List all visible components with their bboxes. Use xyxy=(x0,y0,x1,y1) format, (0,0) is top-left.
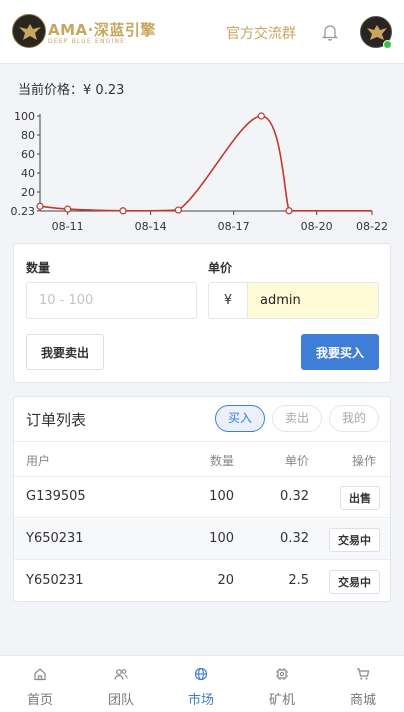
table-row: Y650231 20 2.5 交易中 xyxy=(14,561,390,601)
x-tick-label: 08-11 xyxy=(52,220,84,233)
buy-button[interactable]: 我要买入 xyxy=(301,334,379,370)
y-tick-label: 0.23 xyxy=(11,205,36,218)
brand-subtitle: DEEP BLUE ENGINE xyxy=(48,38,126,45)
row-price: 0.32 xyxy=(280,531,309,546)
globe-icon xyxy=(194,667,208,681)
cart-icon xyxy=(357,668,370,680)
app-header: AMA·深蓝引擎 DEEP BLUE ENGINE 官方交流群 xyxy=(0,0,404,64)
tab-label-home: 首页 xyxy=(26,693,53,708)
eagle-logo-icon xyxy=(12,14,46,48)
x-tick-label: 08-17 xyxy=(218,220,250,233)
table-row: Y650231 100 0.32 交易中 xyxy=(14,519,390,560)
row-user: Y650231 xyxy=(26,531,84,546)
row-price: 0.32 xyxy=(280,489,309,504)
row-price: 2.5 xyxy=(288,573,309,588)
row-user: Y650231 xyxy=(26,573,84,588)
y-tick-label: 60 xyxy=(21,148,35,161)
sell-button[interactable]: 我要卖出 xyxy=(26,334,104,370)
table-row: G139505 100 0.32 出售 xyxy=(14,477,390,518)
price-chart: 0.23 20 40 60 80 100 08-11 08-14 08-17 08-20 08-22 xyxy=(11,110,388,233)
tab-team[interactable]: 团队 xyxy=(81,656,161,712)
data-point xyxy=(257,112,265,120)
row-action-button[interactable]: 交易中 xyxy=(329,528,380,552)
bell-icon[interactable] xyxy=(320,22,340,42)
data-point xyxy=(119,207,127,215)
filter-mine[interactable]: 我的 xyxy=(329,405,379,432)
column-user: 用户 xyxy=(26,454,51,468)
unit-price-label: 单价 xyxy=(208,261,233,275)
y-tick-label: 80 xyxy=(21,129,35,142)
row-user: G139505 xyxy=(26,489,86,504)
order-list-title: 订单列表 xyxy=(26,411,87,429)
y-tick-label: 20 xyxy=(21,186,35,199)
currency-prefix: ¥ xyxy=(208,282,247,319)
tab-label-market: 市场 xyxy=(187,693,214,708)
trade-form: 数量 单价 ¥ 我要卖出 我要买入 xyxy=(13,243,391,383)
home-icon xyxy=(34,668,46,681)
row-quantity: 100 xyxy=(209,489,234,504)
x-tick-label: 08-14 xyxy=(135,220,167,233)
tab-label-shop: 商城 xyxy=(349,693,376,708)
tab-label-miner: 矿机 xyxy=(268,693,295,708)
y-tick-label: 100 xyxy=(14,110,35,123)
team-icon xyxy=(114,669,128,680)
data-point xyxy=(174,206,182,214)
order-list: 订单列表 买入 卖出 我的 用户 数量 单价 操作 G139505 100 0.… xyxy=(13,396,391,602)
y-tick-label: 40 xyxy=(21,167,35,180)
table-header: 用户 数量 单价 操作 xyxy=(14,441,390,477)
current-price: 当前价格：¥ 0.23 xyxy=(18,79,124,98)
current-price-value: ¥ 0.23 xyxy=(83,83,125,98)
row-quantity: 100 xyxy=(209,531,234,546)
x-tick-label: 08-20 xyxy=(301,220,333,233)
data-point xyxy=(285,207,293,215)
quantity-input[interactable] xyxy=(26,282,197,319)
bottom-tab-bar: 首页 团队 市场 矿机 商城 xyxy=(0,655,404,712)
brand-name: AMA·深蓝引擎 xyxy=(48,21,156,39)
filter-sell[interactable]: 卖出 xyxy=(272,405,322,432)
price-series-line xyxy=(39,115,372,212)
row-action-button[interactable]: 交易中 xyxy=(329,570,380,594)
data-point xyxy=(64,205,72,213)
tab-miner[interactable]: 矿机 xyxy=(242,656,322,712)
official-group-link[interactable]: 官方交流群 xyxy=(226,23,296,43)
column-quantity: 数量 xyxy=(209,454,234,468)
filter-buy[interactable]: 买入 xyxy=(215,405,265,432)
tab-shop[interactable]: 商城 xyxy=(323,656,403,712)
chip-icon xyxy=(276,668,288,680)
row-action-button[interactable]: 出售 xyxy=(340,486,380,510)
tab-home[interactable]: 首页 xyxy=(0,656,80,712)
online-status-dot xyxy=(383,40,392,49)
x-tick-label: 08-22 xyxy=(356,220,388,233)
column-price: 单价 xyxy=(284,454,309,468)
data-point xyxy=(36,202,44,210)
current-price-label: 当前价格： xyxy=(18,83,84,98)
column-action: 操作 xyxy=(351,454,376,468)
tab-label-team: 团队 xyxy=(107,693,134,708)
quantity-label: 数量 xyxy=(26,261,51,275)
row-quantity: 20 xyxy=(217,573,234,588)
tab-market[interactable]: 市场 xyxy=(161,656,241,712)
unit-price-input[interactable] xyxy=(247,282,379,319)
